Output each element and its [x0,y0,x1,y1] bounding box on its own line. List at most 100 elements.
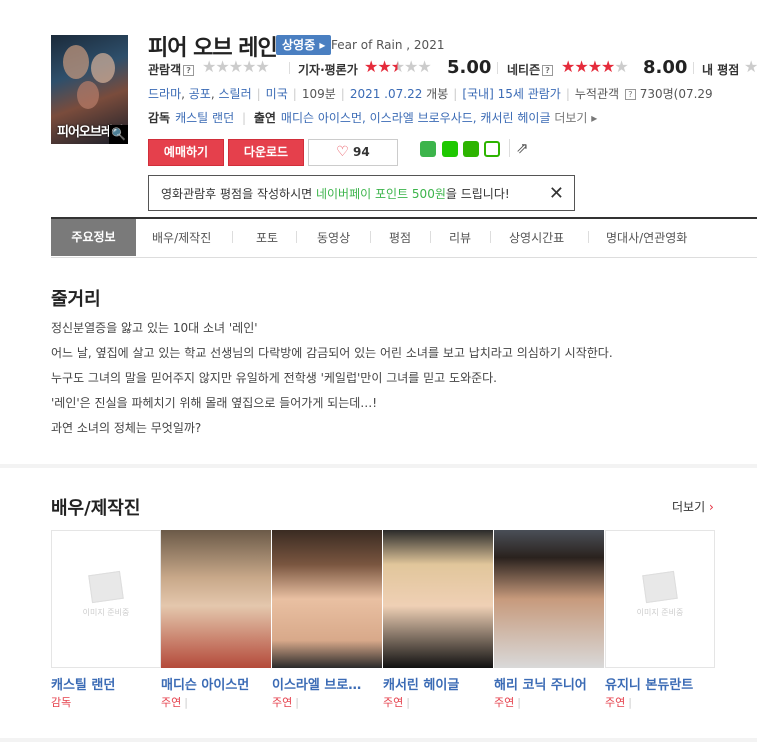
netizen-score: 8.00 [643,57,688,78]
no-image-icon [642,570,678,604]
divider [289,62,290,74]
cast-more-link[interactable]: 더보기 › [672,498,714,515]
netizen-rating-label: 네티즌? [507,61,554,78]
heart-icon: ♡ [336,144,349,160]
cast-label: 출연 [253,111,276,125]
cast-heading: 배우/제작진 [51,498,141,519]
chevron-right-icon: ▸ [319,38,326,52]
audience-count: 730명(07.29 [639,87,713,101]
genre-link[interactable]: 공포 [189,87,211,101]
help-icon[interactable]: ? [542,65,554,76]
divider [370,231,371,243]
person-name[interactable]: 캐서린 헤이글 [383,674,459,693]
person-role: 주연 | [605,696,632,709]
age-rating-link[interactable]: [국내] 15세 관람가 [462,87,561,101]
genre-link[interactable]: 드라마 [148,87,181,101]
synopsis-line: 누구도 그녀의 말을 믿어주지 않지만 유일하게 전학생 '케일럽'만이 그녀를… [51,371,497,385]
divider [693,62,694,74]
tab-rating[interactable]: 평점 [389,229,411,246]
movie-info: 드라마, 공포, 스릴러 | 미국 | 109분 | 2021 .07.22 개봉 | [국내]… [148,87,713,101]
divider [497,62,498,74]
tab-video[interactable]: 동영상 [317,229,350,246]
country-link[interactable]: 미국 [266,87,288,101]
line-icon[interactable] [442,141,458,157]
person-name[interactable]: 캐스틸 랜던 [51,674,115,693]
help-icon[interactable]: ? [624,89,636,100]
genre-link[interactable]: 스릴러 [219,87,252,101]
synopsis-text: 정신분열증을 앓고 있는 10대 소녀 '레인' 어느 날, 옆집에 살고 있는… [51,316,613,441]
synopsis-line: 어느 날, 옆집에 살고 있는 학교 선생님의 다락방에 감금되어 있는 어린 … [51,346,613,360]
director-label: 감독 [148,111,171,125]
band-icon[interactable] [463,141,479,157]
synopsis-line: 정신분열증을 앓고 있는 10대 소녀 '레인' [51,321,258,335]
crew-info: 감독 캐스틸 랜던 | 출연 매디슨 아이스먼, 이스라엘 브로우사드, 캐서린 헤… [148,111,598,125]
bookmark-icon[interactable] [484,141,500,157]
critic-score: 5.00 [447,57,492,78]
help-icon[interactable]: ? [183,65,195,76]
audience-count-label: 누적관객 [574,87,620,101]
status-badge[interactable]: 상영중 ▸ [276,35,332,55]
tab-main-info[interactable]: 주요정보 [51,219,136,256]
divider [588,231,589,243]
person-photo-placeholder[interactable]: 이미지 준비중 [51,530,161,668]
tab-photo[interactable]: 포토 [256,229,278,246]
promo-highlight: 네이버페이 포인트 500원 [315,187,446,201]
person-role: 주연 | [383,696,410,709]
tab-cast-crew[interactable]: 배우/제작진 [152,229,211,246]
download-button[interactable]: 다운로드 [228,139,304,166]
poster-face [63,45,89,79]
synopsis-line: '레인'은 진실을 파헤치기 위해 몰래 옆집으로 들어가게 되는데…! [51,396,378,410]
person-role: 주연 | [161,696,188,709]
audience-rating-label: 관람객? [148,61,195,78]
cast-link[interactable]: 매디슨 아이스먼, 이스라엘 브로우사드, 캐서린 헤이글 [281,111,551,125]
person-role: 주연 | [272,696,299,709]
like-button[interactable]: ♡ 94 [308,139,398,166]
person-name[interactable]: 매디슨 아이스먼 [161,674,249,693]
poster-face [91,53,115,83]
rating-promo-tooltip: 영화관람후 평점을 작성하시면 네이버페이 포인트 500원을 드립니다! ✕ [148,175,575,211]
person-role: 감독 [51,696,72,709]
person-photo[interactable] [161,530,271,668]
audience-stars: ★★★★★ [202,57,270,76]
section-divider [0,464,757,468]
person-photo[interactable] [494,530,604,668]
status-badge-label: 상영중 [282,38,316,52]
synopsis-heading: 줄거리 [51,289,101,310]
person-photo[interactable] [272,530,382,668]
divider [490,231,491,243]
person-photo-placeholder[interactable]: 이미지 준비중 [605,530,715,668]
release-date-link[interactable]: 2021 .07.22 [350,87,423,101]
movie-poster[interactable]: 피어오브레인 🔍 [51,35,128,144]
original-title: Fear of Rain , 2021 [331,38,445,52]
tab-showtimes[interactable]: 상영시간표 [509,229,564,246]
person-name[interactable]: 해리 코닉 주니어 [494,674,587,693]
like-count: 94 [353,145,370,159]
divider [430,231,431,243]
person-name[interactable]: 이스라엘 브로… [272,674,361,693]
tab-quotes-related[interactable]: 명대사/연관영화 [606,229,687,246]
runtime: 109분 [301,87,336,101]
release-label: 개봉 [426,87,449,101]
share-icon[interactable]: ⇗ [516,139,529,157]
person-role: 주연 | [494,696,521,709]
divider [509,139,510,157]
section-divider [0,738,757,742]
critic-rating-label: 기자·평론가 [298,63,358,77]
close-icon[interactable]: ✕ [549,176,564,212]
no-image-icon [88,570,124,604]
tab-review[interactable]: 리뷰 [449,229,471,246]
my-rating-label: 내 평점 [702,63,740,77]
divider [296,231,297,243]
person-name[interactable]: 유지니 본듀란트 [605,674,693,693]
cast-more-link[interactable]: 더보기 ▸ [554,111,597,125]
reserve-button[interactable]: 예매하기 [148,139,224,166]
synopsis-line: 과연 소녀의 정체는 무엇일까? [51,421,202,435]
divider [232,231,233,243]
my-rating-stars[interactable]: ★ [744,57,757,76]
zoom-icon[interactable]: 🔍 [109,125,128,144]
naver-icon[interactable] [420,141,436,157]
critic-stars: ★★★★★ [364,57,432,76]
netizen-stars: ★★★★★ [561,57,629,76]
director-link[interactable]: 캐스틸 랜던 [175,111,234,125]
person-photo[interactable] [383,530,493,668]
